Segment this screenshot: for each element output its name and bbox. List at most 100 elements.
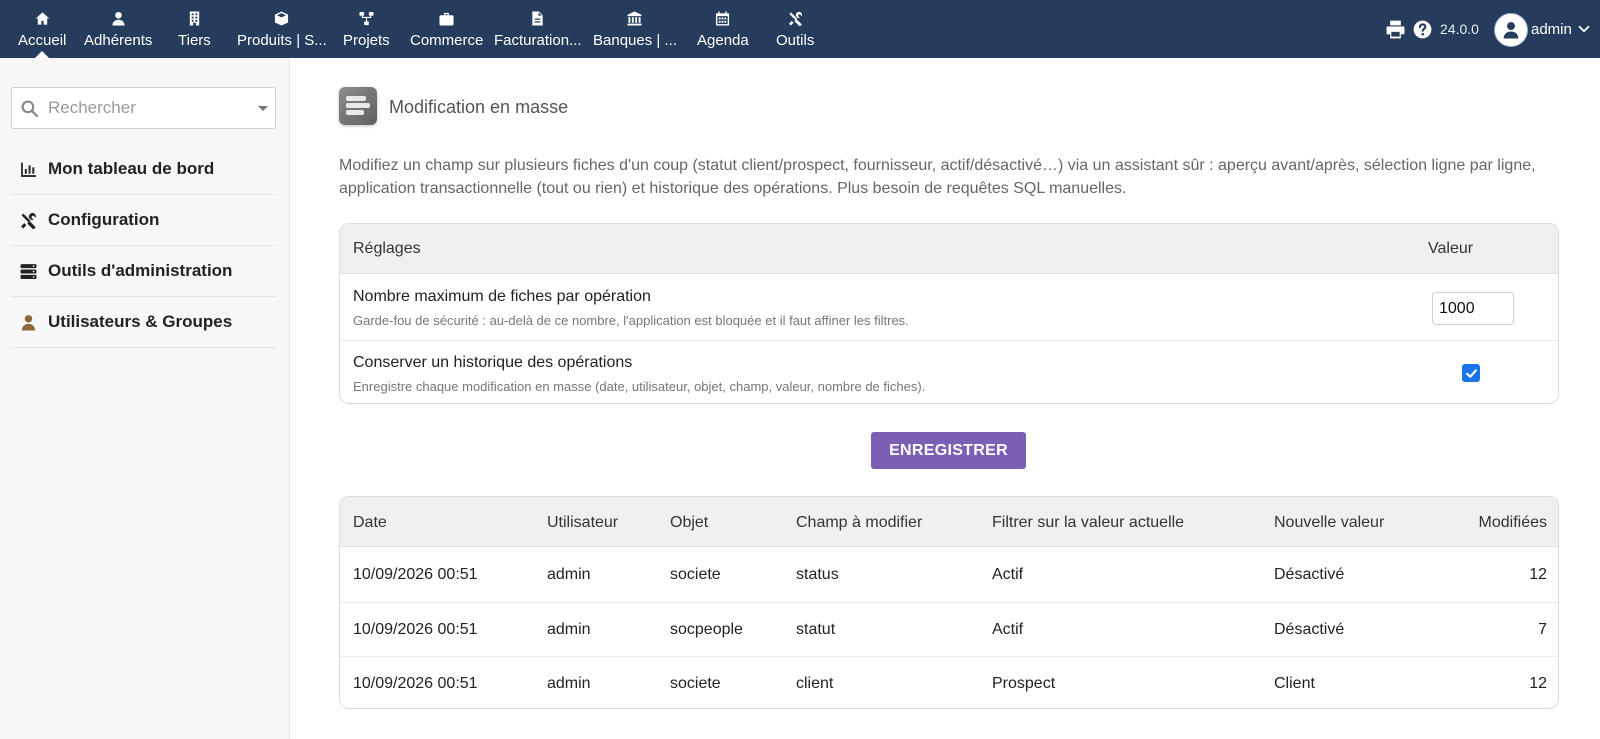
setting-description: Garde-fou de sécurité : au-delà de ce no… — [353, 313, 909, 328]
cell-filter: Prospect — [992, 675, 1056, 692]
column-header-settings: Réglages — [353, 240, 421, 257]
nav-produits[interactable]: Produits | S... — [237, 0, 327, 58]
user-avatar[interactable] — [1494, 13, 1528, 47]
history-header: Date Utilisateur Objet Champ à modifier … — [340, 497, 1558, 547]
user-name[interactable]: admin — [1531, 21, 1572, 38]
column-header-new-value: Nouvelle valeur — [1274, 514, 1385, 531]
nav-banques[interactable]: Banques | ... — [593, 0, 677, 58]
tools-icon — [19, 211, 37, 229]
setting-row-history: Conserver un historique des opérations E… — [340, 340, 1558, 403]
nav-facturation[interactable]: Facturation... — [494, 0, 582, 58]
search-input[interactable] — [48, 96, 248, 120]
cell-object: societe — [670, 675, 721, 692]
sidebar-item-label: Outils d'administration — [48, 261, 233, 280]
sidebar-item-configuration[interactable]: Configuration — [11, 195, 276, 246]
building-icon — [189, 11, 200, 26]
calendar-icon — [716, 11, 730, 26]
setting-description: Enregistre chaque modification en masse … — [353, 379, 926, 394]
cell-modified-count: 12 — [1529, 566, 1547, 583]
top-navbar: Accueil Adhérents Tiers Produits | S... … — [0, 0, 1600, 58]
column-header-object: Objet — [670, 514, 709, 531]
nav-agenda[interactable]: Agenda — [697, 0, 749, 58]
nav-label: Facturation... — [494, 32, 582, 49]
setting-title: Conserver un historique des opérations — [353, 354, 633, 371]
nav-label: Outils — [776, 32, 815, 49]
nav-projets[interactable]: Projets — [343, 0, 390, 58]
module-icon — [339, 87, 377, 125]
nav-label: Adhérents — [84, 32, 153, 49]
file-invoice-icon — [532, 11, 543, 26]
tools-icon — [788, 11, 802, 26]
max-records-input[interactable] — [1432, 292, 1514, 325]
nav-adherents[interactable]: Adhérents — [84, 0, 152, 58]
checkmark-icon — [1465, 368, 1477, 378]
settings-table: Réglages Valeur Nombre maximum de fiches… — [339, 223, 1559, 404]
nav-label: Banques | ... — [593, 32, 677, 49]
home-icon — [35, 12, 49, 25]
nav-tiers[interactable]: Tiers — [178, 0, 211, 58]
setting-title: Nombre maximum de fiches par opération — [353, 288, 651, 305]
cell-filter: Actif — [992, 621, 1024, 638]
sitemap-icon — [359, 11, 374, 26]
nav-label: Commerce — [410, 32, 484, 49]
nav-label: Agenda — [697, 32, 749, 49]
cell-new-value: Client — [1274, 675, 1315, 692]
chart-icon — [19, 160, 37, 178]
user-icon — [1503, 22, 1519, 39]
setting-row-max-records: Nombre maximum de fiches par opération G… — [340, 275, 1558, 340]
page-description: Modifiez un champ sur plusieurs fiches d… — [339, 157, 1536, 197]
sidebar: Mon tableau de bord Configuration Outils… — [0, 58, 290, 739]
sidebar-item-label: Utilisateurs & Groupes — [48, 312, 233, 331]
sidebar-item-label: Mon tableau de bord — [48, 159, 215, 178]
main-content: Modification en masse Modifiez un champ … — [291, 58, 1600, 739]
cell-object: socpeople — [670, 621, 743, 638]
cell-field: client — [796, 675, 834, 692]
search-box[interactable] — [11, 87, 276, 129]
column-header-user: Utilisateur — [547, 514, 619, 531]
history-table: Date Utilisateur Objet Champ à modifier … — [339, 496, 1559, 709]
nav-label: Accueil — [18, 32, 67, 49]
cube-icon — [275, 11, 289, 26]
cell-new-value: Désactivé — [1274, 621, 1345, 638]
column-header-modified: Modifiées — [1478, 514, 1547, 531]
bank-icon — [627, 11, 642, 26]
server-icon — [19, 262, 37, 280]
cell-user: admin — [547, 621, 591, 638]
sidebar-item-label: Configuration — [48, 210, 160, 229]
cell-filter: Actif — [992, 566, 1024, 583]
cell-new-value: Désactivé — [1274, 566, 1345, 583]
column-header-value: Valeur — [1428, 240, 1474, 257]
save-button[interactable]: ENREGISTRER — [871, 432, 1026, 469]
history-checkbox[interactable] — [1462, 364, 1480, 382]
briefcase-icon — [439, 12, 454, 26]
sidebar-item-dashboard[interactable]: Mon tableau de bord — [11, 144, 276, 195]
cell-modified-count: 12 — [1529, 675, 1547, 692]
dropdown-caret-icon[interactable] — [258, 106, 268, 111]
chevron-down-icon[interactable] — [1578, 23, 1590, 35]
cell-user: admin — [547, 566, 591, 583]
nav-commerce[interactable]: Commerce — [410, 0, 483, 58]
user-icon — [112, 11, 125, 26]
user-icon — [19, 313, 37, 331]
nav-label: Produits | S... — [237, 32, 327, 49]
cell-date: 10/09/2026 00:51 — [353, 566, 478, 583]
settings-header: Réglages Valeur — [340, 224, 1558, 274]
column-header-field: Champ à modifier — [796, 514, 923, 531]
table-row: 10/09/2026 00:51 admin societe status Ac… — [340, 548, 1558, 602]
cell-date: 10/09/2026 00:51 — [353, 675, 478, 692]
cell-field: statut — [796, 621, 836, 638]
sidebar-item-users-groups[interactable]: Utilisateurs & Groupes — [11, 297, 276, 348]
sidebar-item-admin-tools[interactable]: Outils d'administration — [11, 246, 276, 297]
nav-home[interactable]: Accueil — [18, 0, 66, 58]
cell-object: societe — [670, 566, 721, 583]
page-title: Modification en masse — [389, 97, 569, 117]
print-icon[interactable] — [1386, 20, 1405, 39]
help-icon[interactable] — [1413, 20, 1432, 39]
nav-outils[interactable]: Outils — [776, 0, 814, 58]
nav-label: Projets — [343, 32, 390, 49]
column-header-date: Date — [353, 514, 387, 531]
cell-user: admin — [547, 675, 591, 692]
nav-label: Tiers — [178, 32, 211, 49]
table-row: 10/09/2026 00:51 admin societe client Pr… — [340, 656, 1558, 708]
column-header-filter: Filtrer sur la valeur actuelle — [992, 514, 1185, 531]
